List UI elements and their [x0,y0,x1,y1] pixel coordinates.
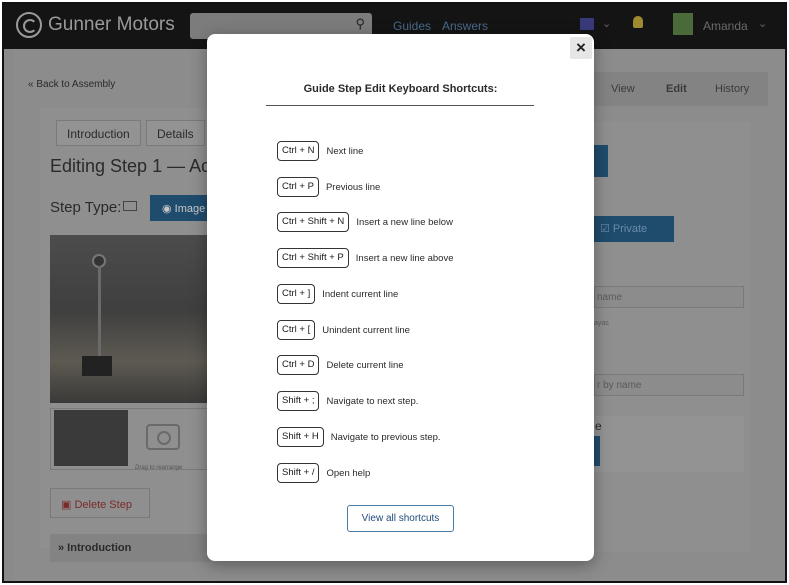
search-by-name-input[interactable]: r by name [594,374,744,396]
step-main-image[interactable] [50,235,210,403]
shortcut-description: Open help [326,467,371,479]
divider [266,105,534,106]
shortcut-key: Shift + / [277,463,320,483]
shortcut-row: Shift + / Open help [277,463,370,483]
shortcut-description: Next line [326,145,364,157]
shortcut-row: Ctrl + Shift + P Insert a new line above [277,248,453,268]
side-card-button[interactable] [594,436,600,466]
user-menu[interactable]: Amanda [703,19,748,33]
image-type-button[interactable]: ◉ Image [150,195,210,221]
nav-link-guides[interactable]: Guides [393,19,431,33]
tab-details[interactable]: Details [146,120,205,146]
keyboard-shortcuts-modal [207,34,594,561]
drag-hint: Drag to rearrange [135,465,183,471]
camera-icon: ◉ [162,203,175,215]
side-card-label: e [595,419,602,433]
shortcut-row: Ctrl + [ Unindent current line [277,320,410,340]
chevron-down-icon[interactable]: ⌄ [602,17,611,30]
shortcut-key: Shift + ; [277,391,320,411]
magnetic-base-image [82,356,112,376]
checkbox-icon: ☑ [600,223,613,235]
close-button[interactable]: × [570,37,592,59]
logo-icon [16,12,42,38]
search-icon[interactable]: ⚲ [355,16,365,32]
brand-logo[interactable]: Gunner Motors [16,12,175,38]
shortcut-row: Shift + H Navigate to previous step. [277,427,441,447]
shortcut-row: Ctrl + P Previous line [277,177,380,197]
nav-link-answers[interactable]: Answers [442,19,488,33]
tab-introduction[interactable]: Introduction [56,120,141,146]
shortcut-key: Ctrl + [ [277,320,316,340]
tab-history[interactable]: History [715,83,749,95]
shortcut-key: Ctrl + ] [277,284,316,304]
stand-rod-image [98,266,101,362]
trash-icon: ▣ [61,499,75,511]
delete-step-button[interactable]: ▣ Delete Step [50,488,150,518]
shortcut-description: Navigate to next step. [326,395,419,407]
input-hint: ayas [594,320,609,327]
private-button[interactable]: ☑ Private [594,216,674,242]
name-input[interactable]: name [594,286,744,308]
language-flag-icon[interactable] [580,18,594,30]
shortcut-description: Delete current line [326,359,404,371]
shortcut-row: Shift + ; Navigate to next step. [277,391,418,411]
notification-bell-icon[interactable] [633,16,643,28]
shortcut-row: Ctrl + Shift + N Insert a new line below [277,212,453,232]
back-to-assembly-link[interactable]: « Back to Assembly [28,79,115,90]
shortcut-row: Ctrl + D Delete current line [277,355,404,375]
shortcut-row: Ctrl + ] Indent current line [277,284,398,304]
view-all-shortcuts-button[interactable]: View all shortcuts [347,505,454,532]
avatar[interactable] [673,13,693,35]
image-button-label: Image [174,203,206,215]
shortcut-key: Ctrl + P [277,177,319,197]
guide-settings-panel [578,122,750,552]
shortcut-key: Ctrl + D [277,355,320,375]
shortcut-description: Insert a new line below [356,216,453,228]
shortcut-description: Previous line [325,181,381,193]
shortcut-key: Ctrl + Shift + P [277,248,349,268]
shortcut-description: Insert a new line above [355,252,454,264]
introduction-row[interactable]: » Introduction [50,534,210,562]
chevron-down-icon[interactable]: ⌄ [758,17,767,30]
tab-edit[interactable]: Edit [666,83,687,95]
add-image-icon[interactable] [146,424,180,450]
side-card [594,416,744,472]
image-thumbnail[interactable] [54,410,128,466]
shortcut-description: Navigate to previous step. [330,431,441,443]
keyboard-icon [123,201,137,211]
step-type-label: Step Type: [50,199,122,216]
shortcut-row: Ctrl + N Next line [277,141,363,161]
tab-view[interactable]: View [611,83,635,95]
modal-title: Guide Step Edit Keyboard Shortcuts: [303,83,498,95]
delete-step-label: Delete Step [74,499,132,511]
shortcut-key: Ctrl + N [277,141,320,161]
shortcut-key: Ctrl + Shift + N [277,212,350,232]
publish-button[interactable] [594,145,608,177]
shortcut-description: Indent current line [322,288,399,300]
shortcut-description: Unindent current line [322,324,410,336]
screenshot-frame: Gunner Motors ⚲ Guides Answers ⌄ Amanda … [2,2,787,583]
shortcut-key: Shift + H [277,427,324,447]
brand-name: Gunner Motors [48,14,175,35]
private-button-label: Private [612,223,648,235]
